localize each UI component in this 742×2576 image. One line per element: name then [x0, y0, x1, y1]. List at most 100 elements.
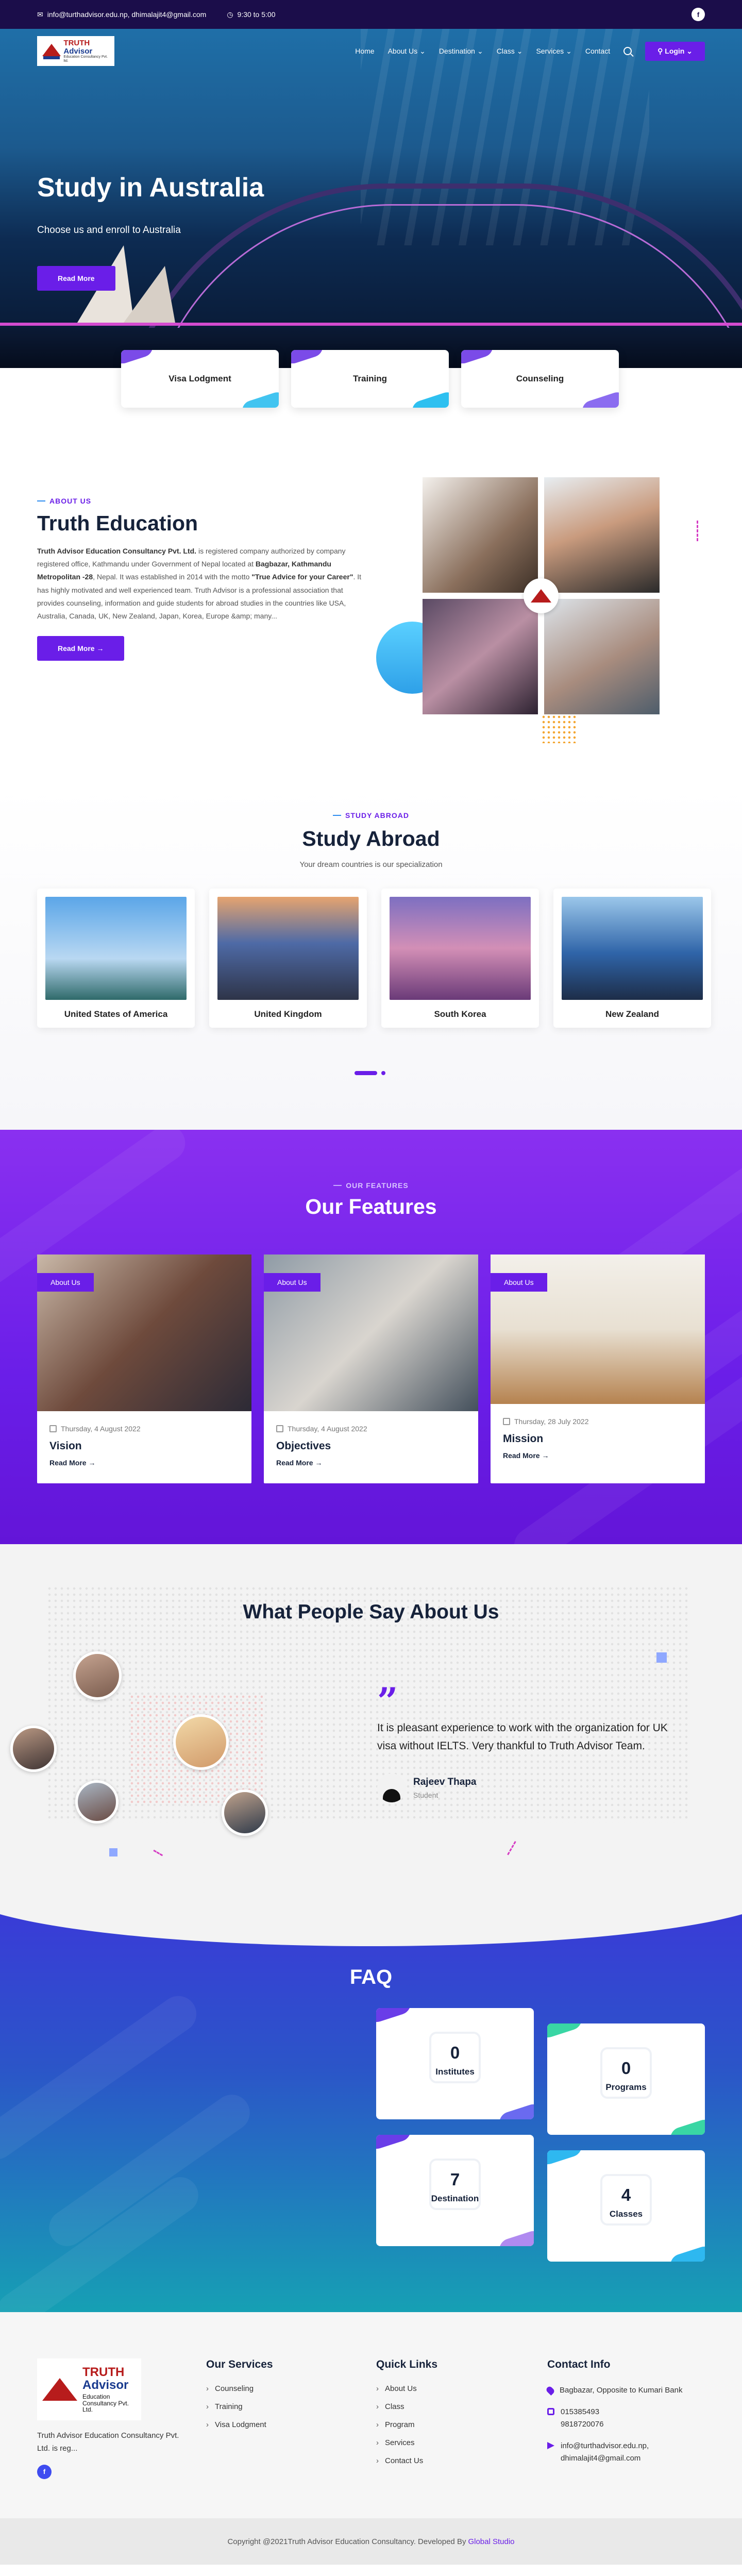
- contact-email-2: dhimalajit4@gmail.com: [561, 2454, 641, 2463]
- feature-tag[interactable]: About Us: [264, 1273, 321, 1292]
- nav-class[interactable]: Class ⌄: [497, 47, 523, 56]
- topbar-email-text: info@turthadvisor.edu.np, dhimalajit4@gm…: [47, 10, 207, 19]
- footer-link[interactable]: Contact Us: [376, 2456, 437, 2465]
- feature-card-mission[interactable]: About Us Thursday, 28 July 2022 Mission …: [491, 1254, 705, 1483]
- testimonial-avatar[interactable]: [10, 1726, 57, 1772]
- testimonial-avatar[interactable]: [222, 1789, 268, 1836]
- feature-tag[interactable]: About Us: [37, 1273, 94, 1292]
- decorative-zigzag: [153, 1840, 168, 1856]
- nav-services-label: Services: [536, 47, 564, 55]
- testimonials-title: What People Say About Us: [243, 1601, 499, 1623]
- footer-links-title: Quick Links: [376, 2358, 438, 2370]
- feature-read-more-link[interactable]: Read More →: [264, 1459, 478, 1483]
- about-read-more-label: Read More: [58, 644, 95, 653]
- hero-read-more-button[interactable]: Read More: [37, 266, 115, 291]
- copyright-text: Copyright @2021Truth Advisor Education C…: [227, 2537, 466, 2546]
- footer-services-title: Our Services: [206, 2358, 273, 2370]
- calendar-icon: [503, 1418, 510, 1425]
- footer-link[interactable]: Program: [376, 2420, 437, 2429]
- feature-card-vision[interactable]: About Us Thursday, 4 August 2022 Vision …: [37, 1254, 251, 1483]
- service-card-counseling[interactable]: Counseling: [461, 350, 619, 408]
- footer-logo[interactable]: TRUTH Advisor Education Consultancy Pvt.…: [37, 2358, 141, 2420]
- about-company-name: Truth Advisor Education Consultancy Pvt.…: [37, 547, 197, 555]
- counter-label: Classes: [609, 2209, 643, 2219]
- counter-institutes: 0 Institutes: [376, 2008, 534, 2119]
- about-photo-3: [423, 599, 538, 714]
- about-title: Truth Education: [37, 511, 198, 535]
- feature-read-more-label: Read More: [49, 1459, 87, 1467]
- footer-link-label: Visa Lodgment: [215, 2420, 266, 2429]
- send-icon: [547, 2442, 554, 2449]
- login-label: Login: [665, 46, 685, 55]
- chevron-down-icon: ⌄: [419, 46, 426, 55]
- country-card-south-korea[interactable]: South Korea: [381, 889, 539, 1028]
- chevron-down-icon: ⌄: [477, 46, 483, 55]
- country-card-uk[interactable]: United Kingdom: [209, 889, 367, 1028]
- feature-tag[interactable]: About Us: [491, 1273, 547, 1292]
- logo-text-truth: TRUTH: [63, 38, 90, 47]
- contact-phone-2: 9818720076: [561, 2420, 604, 2429]
- site-logo[interactable]: TRUTH Advisor Education Consultancy Pvt.…: [37, 36, 114, 66]
- logo-mark-icon: [42, 2378, 77, 2401]
- testimonial-quote: It is pleasant experience to work with t…: [377, 1722, 668, 1752]
- nav-contact[interactable]: Contact: [585, 47, 610, 55]
- testimonial-author: Rajeev Thapa Student: [377, 1774, 477, 1802]
- main-navigation: TRUTH Advisor Education Consultancy Pvt.…: [0, 29, 742, 73]
- footer-link[interactable]: Visa Lodgment: [206, 2420, 273, 2429]
- topbar-email[interactable]: ✉ info@turthadvisor.edu.np, dhimalajit4@…: [37, 10, 206, 19]
- footer-link-label: Contact Us: [385, 2456, 424, 2465]
- about-photo-4: [544, 599, 660, 714]
- footer-contact: Contact Info Bagbazar, Opposite to Kumar…: [545, 2358, 682, 2474]
- arrow-right-icon: →: [542, 1451, 549, 1460]
- nav-contact-label: Contact: [585, 47, 611, 55]
- feature-read-more-label: Read More: [276, 1459, 313, 1467]
- footer-link[interactable]: Services: [376, 2438, 437, 2447]
- nav-destination[interactable]: Destination ⌄: [439, 47, 483, 56]
- login-button[interactable]: ⚲ Login ⌄: [645, 41, 705, 61]
- nav-menu: Home About Us ⌄ Destination ⌄ Class ⌄ Servi…: [355, 41, 705, 61]
- feature-card-objectives[interactable]: About Us Thursday, 4 August 2022 Objecti…: [264, 1254, 478, 1483]
- contact-email[interactable]: info@turthadvisor.edu.np, dhimalajit4@gma…: [547, 2440, 682, 2465]
- facebook-icon[interactable]: f: [37, 2464, 52, 2479]
- feature-read-more-link[interactable]: Read More →: [491, 1451, 705, 1476]
- counter-value: 0: [450, 2043, 460, 2062]
- nav-about-us[interactable]: About Us ⌄: [388, 47, 426, 56]
- feature-read-more-link[interactable]: Read More →: [37, 1459, 251, 1483]
- country-card-new-zealand[interactable]: New Zealand: [553, 889, 711, 1028]
- study-lead: Your dream countries is our specializati…: [299, 860, 443, 869]
- facebook-icon[interactable]: f: [692, 8, 705, 21]
- decorative-square: [109, 1848, 117, 1856]
- country-card-usa[interactable]: United States of America: [37, 889, 195, 1028]
- nav-services[interactable]: Services ⌄: [536, 47, 571, 56]
- hero-section: TRUTH Advisor Education Consultancy Pvt.…: [0, 29, 742, 368]
- nav-home[interactable]: Home: [355, 47, 374, 55]
- developer-link[interactable]: Global Studio: [468, 2537, 514, 2546]
- chevron-down-icon: ⌄: [566, 46, 572, 55]
- about-read-more-button[interactable]: Read More →: [37, 636, 125, 661]
- feature-title[interactable]: Mission: [491, 1431, 705, 1451]
- chevron-down-icon: ⌄: [516, 46, 523, 55]
- service-card-visa-lodgment[interactable]: Visa Lodgment: [121, 350, 279, 408]
- footer-link[interactable]: Counseling: [206, 2384, 273, 2393]
- testimonial-avatar[interactable]: [173, 1714, 229, 1770]
- feature-title[interactable]: Vision: [37, 1438, 251, 1459]
- footer-link[interactable]: About Us: [376, 2384, 437, 2393]
- carousel-dot-active[interactable]: [355, 1071, 377, 1075]
- search-icon[interactable]: [623, 47, 632, 55]
- contact-phone[interactable]: 015385493 9818720076: [547, 2406, 682, 2431]
- phone-icon: [547, 2408, 554, 2415]
- footer-link[interactable]: Class: [376, 2402, 437, 2411]
- about-motto: "True Advice for your Career": [251, 573, 353, 581]
- footer-brand: TRUTH Advisor Education Consultancy Pvt.…: [37, 2358, 192, 2479]
- footer-link-label: About Us: [385, 2384, 417, 2393]
- testimonial-avatar[interactable]: [73, 1651, 122, 1700]
- carousel-dot[interactable]: [381, 1071, 385, 1075]
- site-footer: TRUTH Advisor Education Consultancy Pvt.…: [0, 2312, 742, 2565]
- logo-text-tagline: Education Consultancy Pvt. ltd.: [63, 55, 108, 63]
- feature-title[interactable]: Objectives: [264, 1438, 478, 1459]
- testimonial-avatar[interactable]: [75, 1780, 119, 1824]
- country-carousel: United States of America United Kingdom …: [37, 889, 711, 1028]
- study-title: Study Abroad: [302, 827, 440, 850]
- service-card-training[interactable]: Training: [291, 350, 449, 408]
- footer-link[interactable]: Training: [206, 2402, 273, 2411]
